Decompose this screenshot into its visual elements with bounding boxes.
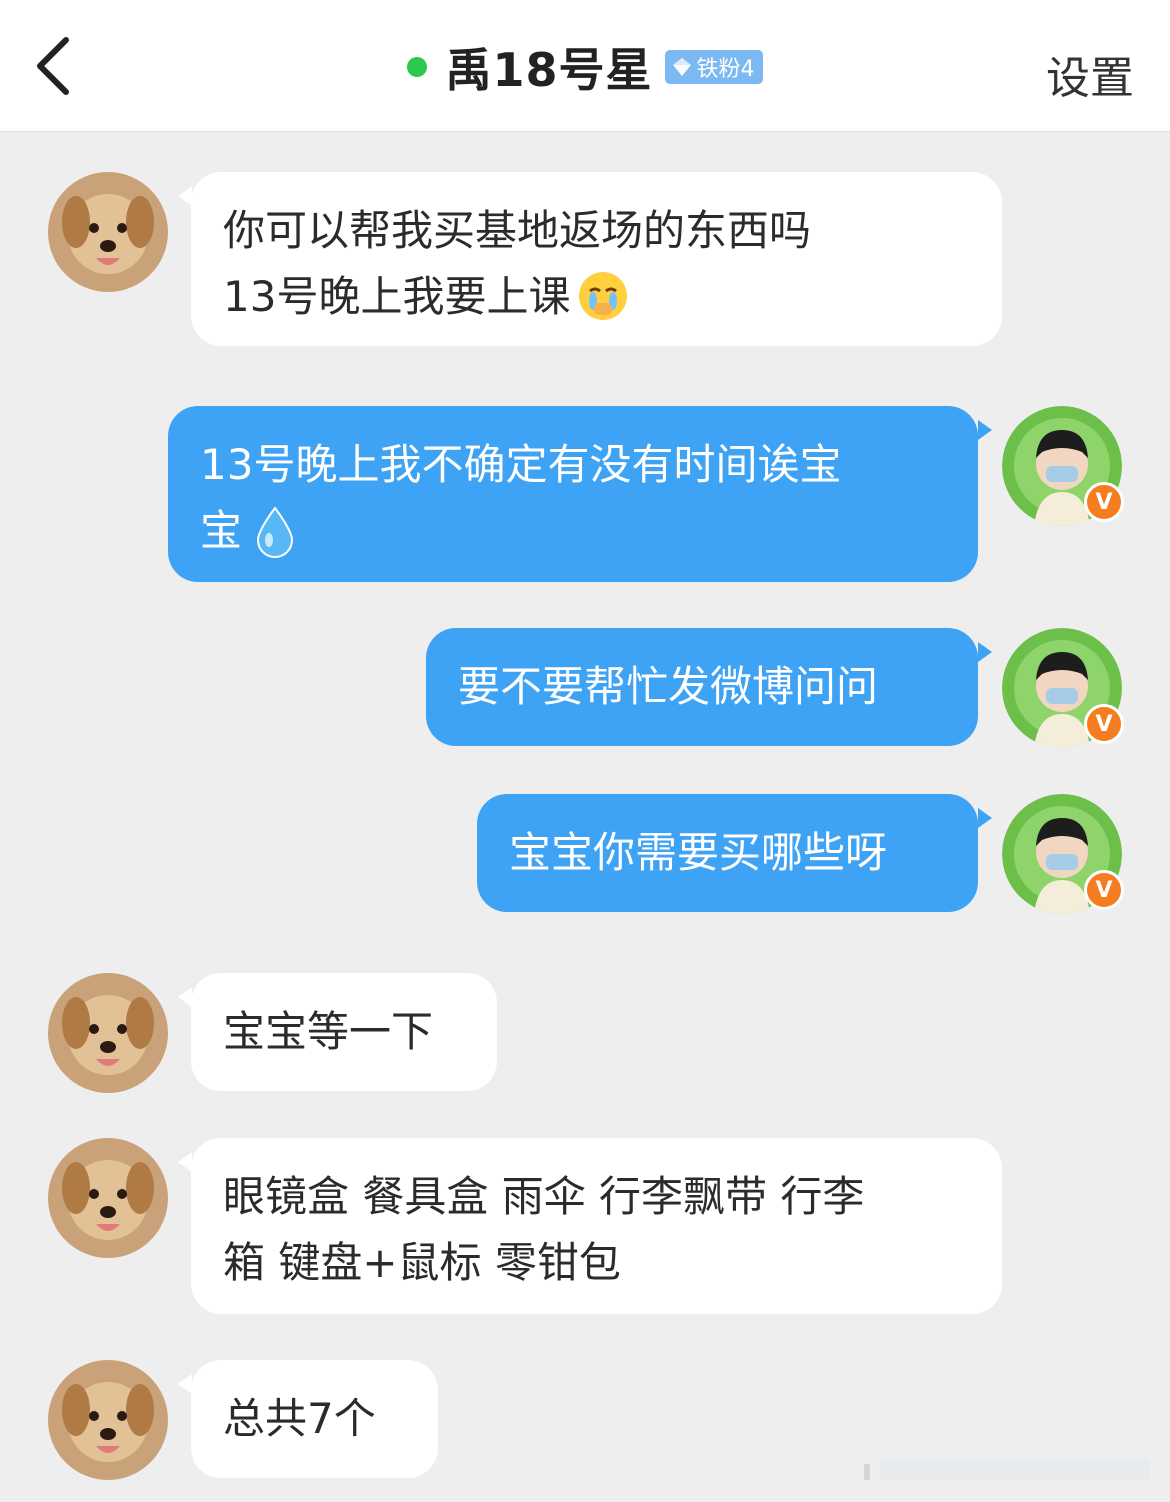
bubble-tail	[978, 642, 992, 662]
verified-badge: V	[1084, 482, 1124, 522]
message-text: 你可以帮我买基地返场的东西吗 13号晚上我要上课	[223, 206, 812, 321]
message-bubble-incoming[interactable]: 宝宝等一下	[191, 973, 497, 1091]
settings-button[interactable]: 设置	[1046, 42, 1134, 106]
partner-avatar[interactable]	[48, 1138, 168, 1258]
message-bubble-incoming[interactable]: 眼镜盒 餐具盒 雨伞 行李飘带 行李 箱 键盘+鼠标 零钳包	[191, 1138, 1002, 1314]
self-avatar[interactable]: V	[1002, 628, 1124, 748]
scroll-indicator	[864, 1460, 1150, 1480]
message-bubble-incoming[interactable]: 总共7个	[191, 1360, 438, 1478]
bubble-tail	[978, 420, 992, 440]
droplet-emoji-icon	[257, 505, 294, 558]
dog-avatar-icon	[48, 172, 168, 292]
message-bubble-incoming[interactable]: 你可以帮我买基地返场的东西吗 13号晚上我要上课	[191, 172, 1002, 346]
verified-badge: V	[1084, 870, 1124, 910]
message-text: 要不要帮忙发微博问问	[458, 662, 879, 711]
fan-level-badge: 铁粉4	[664, 50, 763, 84]
self-avatar[interactable]: V	[1002, 406, 1124, 526]
title-area: 禹18号星 铁粉4	[0, 36, 1170, 98]
message-bubble-outgoing[interactable]: 宝宝你需要买哪些呀	[477, 794, 978, 912]
message-bubble-outgoing[interactable]: 13号晚上我不确定有没有时间诶宝 宝	[168, 406, 978, 582]
verified-badge: V	[1084, 704, 1124, 744]
bubble-tail	[978, 808, 992, 828]
bubble-tail	[178, 987, 192, 1007]
message-text: 宝宝你需要买哪些呀	[509, 828, 888, 877]
chat-header: 禹18号星 铁粉4 设置	[0, 0, 1170, 132]
fan-badge-label: 铁粉4	[696, 57, 755, 82]
online-status-dot	[407, 57, 428, 77]
self-avatar[interactable]: V	[1002, 794, 1124, 914]
partner-avatar[interactable]	[48, 1360, 168, 1480]
crying-emoji-icon	[579, 271, 628, 320]
partner-avatar[interactable]	[48, 973, 168, 1093]
bubble-tail	[178, 1374, 192, 1394]
dog-avatar-icon	[48, 1138, 168, 1258]
diamond-icon	[672, 58, 691, 76]
chat-title: 禹18号星	[445, 43, 653, 97]
message-bubble-outgoing[interactable]: 要不要帮忙发微博问问	[426, 628, 978, 746]
partner-avatar[interactable]	[48, 172, 168, 292]
bubble-tail	[178, 1152, 192, 1172]
bubble-tail	[178, 186, 192, 206]
dog-avatar-icon	[48, 973, 168, 1093]
message-text: 总共7个	[223, 1394, 376, 1443]
message-text: 宝宝等一下	[223, 1007, 434, 1056]
message-text: 眼镜盒 餐具盒 雨伞 行李飘带 行李 箱 键盘+鼠标 零钳包	[223, 1172, 865, 1287]
dog-avatar-icon	[48, 1360, 168, 1480]
